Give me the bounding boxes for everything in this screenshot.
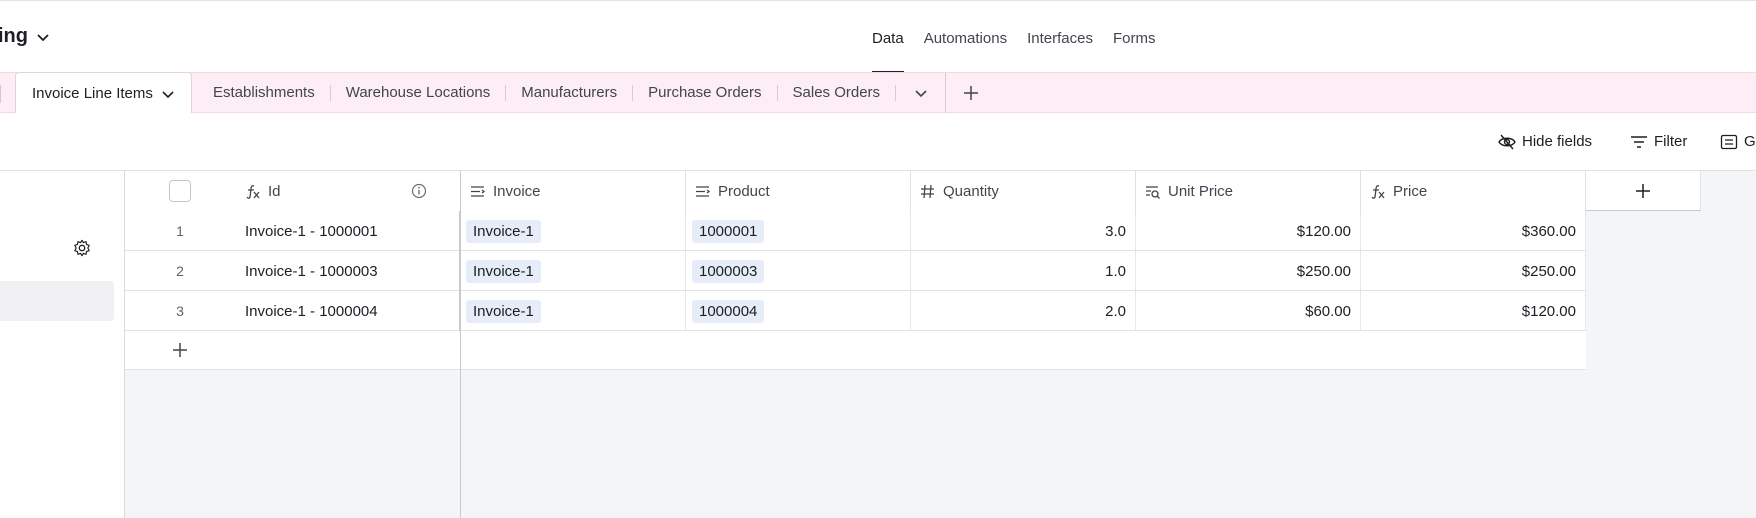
tab-purchase-orders[interactable]: Purchase Orders: [633, 85, 778, 101]
column-label: Id: [268, 182, 281, 200]
add-row-bar: [125, 331, 1586, 370]
grid-header-row: Id Invoice Product Quantity Unit Price P…: [125, 171, 1586, 211]
top-nav: Data Automations Interfaces Forms: [872, 1, 1175, 73]
cell-price[interactable]: $120.00: [1361, 291, 1586, 331]
column-header-id-content: Id: [245, 171, 460, 211]
table-row[interactable]: 2 Invoice-1 - 1000003 Invoice-1 1000003 …: [125, 251, 1586, 291]
hide-fields-label: Hide fields: [1522, 133, 1593, 150]
link-field-icon: [471, 185, 485, 197]
column-header-unit-price[interactable]: Unit Price: [1136, 171, 1361, 211]
base-name-button[interactable]: ing: [0, 25, 50, 48]
plus-icon: [173, 343, 187, 357]
group-icon: [1720, 134, 1738, 149]
plus-icon: [1636, 183, 1650, 198]
cell-quantity[interactable]: 1.0: [911, 251, 1136, 291]
group-label: G: [1744, 133, 1756, 150]
cell-price[interactable]: $250.00: [1361, 251, 1586, 291]
add-table-button[interactable]: [946, 73, 996, 113]
formula-icon: [246, 184, 260, 199]
cell-id[interactable]: Invoice-1 - 1000001: [245, 211, 460, 251]
table-row[interactable]: 3 Invoice-1 - 1000004 Invoice-1 1000004 …: [125, 291, 1586, 331]
column-label: Invoice: [493, 182, 541, 200]
column-label: Unit Price: [1168, 182, 1234, 200]
tab-warehouse-locations[interactable]: Warehouse Locations: [331, 85, 507, 101]
number-icon: [921, 184, 934, 198]
column-header-price[interactable]: Price: [1361, 171, 1586, 211]
nav-automations[interactable]: Automations: [924, 1, 1007, 73]
tab-establishments[interactable]: Establishments: [198, 85, 331, 101]
tab-invoice-line-items[interactable]: Invoice Line Items: [15, 72, 192, 114]
nav-forms[interactable]: Forms: [1113, 1, 1156, 73]
cell-product[interactable]: 1000003: [686, 251, 911, 291]
top-bar: ing Data Automations Interfaces Forms: [0, 0, 1756, 73]
row-number: 3: [176, 303, 184, 319]
column-label: Product: [718, 182, 770, 200]
nav-data[interactable]: Data: [872, 1, 904, 73]
table-row[interactable]: 1 Invoice-1 - 1000001 Invoice-1 1000001 …: [125, 211, 1586, 251]
info-icon[interactable]: [411, 183, 427, 199]
chevron-down-icon: [37, 33, 49, 41]
column-label: Quantity: [943, 182, 999, 200]
cell-unit-price[interactable]: $250.00: [1136, 251, 1361, 291]
row-number: 1: [176, 223, 184, 239]
cell-id[interactable]: Invoice-1 - 1000004: [245, 291, 460, 331]
sidebar-selected-view[interactable]: [0, 281, 114, 321]
eye-off-icon: [1498, 134, 1516, 149]
cell-product[interactable]: 1000004: [686, 291, 911, 331]
tab-divider: [0, 85, 1, 103]
cell-invoice[interactable]: Invoice-1: [460, 291, 686, 331]
hide-fields-button[interactable]: Hide fields: [1498, 133, 1592, 150]
column-header-invoice[interactable]: Invoice: [460, 171, 686, 211]
group-button[interactable]: G: [1720, 133, 1756, 150]
column-label: Price: [1393, 182, 1428, 200]
cell-invoice[interactable]: Invoice-1: [460, 251, 686, 291]
sidebar: [0, 171, 125, 518]
tab-sales-orders[interactable]: Sales Orders: [778, 85, 897, 101]
select-all-checkbox[interactable]: [169, 180, 191, 202]
cell-unit-price[interactable]: $60.00: [1136, 291, 1361, 331]
add-row-button[interactable]: [125, 331, 235, 369]
tab-label: Invoice Line Items: [32, 85, 153, 102]
select-all-cell: [125, 171, 235, 211]
frozen-column-divider: [460, 171, 461, 518]
filter-icon: [1631, 135, 1647, 148]
filter-button[interactable]: Filter: [1630, 133, 1687, 150]
column-header-quantity[interactable]: Quantity: [911, 171, 1136, 211]
linked-record-chip[interactable]: Invoice-1: [466, 259, 541, 283]
cell-unit-price[interactable]: $120.00: [1136, 211, 1361, 251]
linked-record-chip[interactable]: Invoice-1: [466, 219, 541, 243]
row-number: 2: [176, 263, 184, 279]
chevron-down-icon: [914, 90, 927, 98]
linked-record-chip[interactable]: 1000003: [692, 259, 765, 283]
cell-quantity[interactable]: 2.0: [911, 291, 1136, 331]
linked-record-chip[interactable]: 1000001: [692, 219, 765, 243]
formula-icon: [1371, 184, 1385, 199]
cell-price[interactable]: $360.00: [1361, 211, 1586, 251]
add-field-button[interactable]: [1586, 171, 1701, 211]
base-name: ing: [0, 25, 28, 47]
gear-icon[interactable]: [73, 239, 91, 257]
cell-invoice[interactable]: Invoice-1: [460, 211, 686, 251]
filter-label: Filter: [1654, 133, 1688, 150]
tab-manufacturers[interactable]: Manufacturers: [506, 85, 634, 101]
nav-interfaces[interactable]: Interfaces: [1027, 1, 1093, 73]
cell-product[interactable]: 1000001: [686, 211, 911, 251]
linked-record-chip[interactable]: 1000004: [692, 299, 765, 323]
linked-record-chip[interactable]: Invoice-1: [466, 299, 541, 323]
column-header-product[interactable]: Product: [686, 171, 911, 211]
cell-id[interactable]: Invoice-1 - 1000003: [245, 251, 460, 291]
table-tab-bar: Invoice Line Items Establishments Wareho…: [0, 72, 1756, 114]
view-toolbar: Hide fields Filter G: [0, 113, 1756, 171]
cell-quantity[interactable]: 3.0: [911, 211, 1136, 251]
plus-icon: [964, 86, 979, 100]
link-field-icon: [696, 185, 710, 197]
lookup-icon: [1146, 185, 1160, 199]
more-tables-button[interactable]: [896, 73, 947, 113]
chevron-down-icon[interactable]: [161, 87, 175, 101]
